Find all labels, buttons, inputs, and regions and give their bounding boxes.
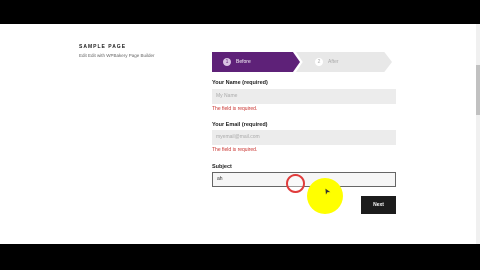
next-button[interactable]: Next — [361, 196, 396, 214]
step-after[interactable]: 2 After — [296, 52, 392, 72]
name-error: The field is required. — [212, 106, 258, 112]
scrollbar-thumb[interactable] — [476, 65, 480, 115]
email-label: Your Email (required) — [212, 122, 268, 128]
scrollbar[interactable] — [476, 24, 480, 244]
name-label: Your Name (required) — [212, 80, 268, 86]
step-after-number: 2 — [315, 58, 323, 66]
step-before-number: 1 — [223, 58, 231, 66]
edit-links[interactable]: Edit Edit with WPBakery Page Builder — [79, 53, 155, 58]
email-error: The field is required. — [212, 147, 258, 153]
click-indicator — [286, 174, 305, 193]
page-title: SAMPLE PAGE — [79, 44, 127, 50]
step-before[interactable]: 1 Before — [212, 52, 300, 72]
name-field[interactable] — [212, 89, 396, 104]
subject-label: Subject — [212, 164, 232, 170]
email-field[interactable] — [212, 130, 396, 145]
step-before-label: Before — [236, 59, 251, 65]
step-after-label: After — [328, 59, 339, 65]
page-screen: SAMPLE PAGE Edit Edit with WPBakery Page… — [0, 24, 480, 244]
form-steps: 2 After 1 Before — [212, 52, 392, 72]
